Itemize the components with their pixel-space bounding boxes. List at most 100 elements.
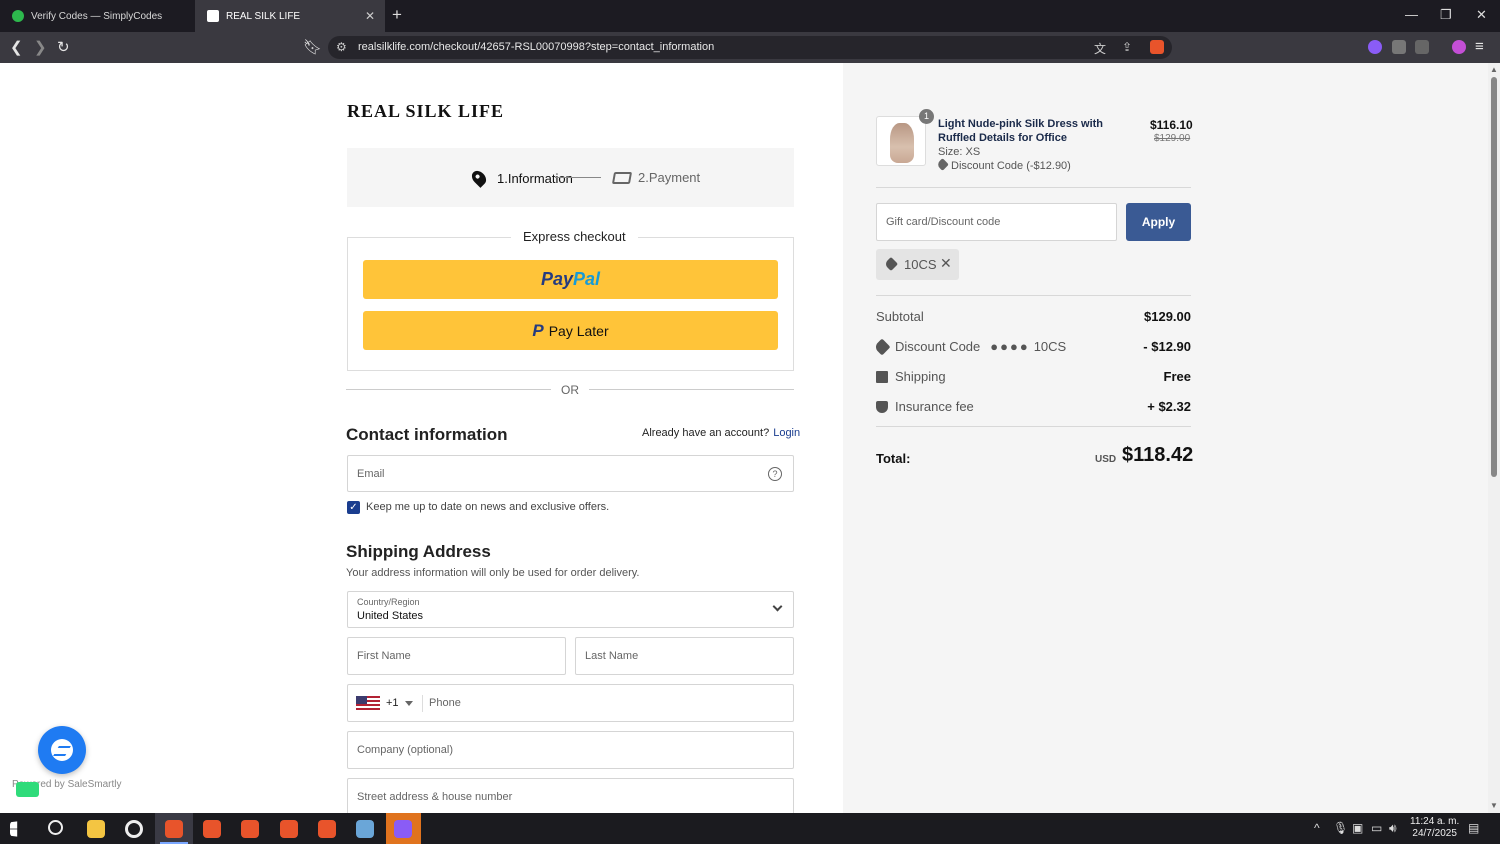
apply-button[interactable]: Apply xyxy=(1126,203,1191,241)
phone-field[interactable]: +1 Phone xyxy=(347,684,794,722)
volume-icon[interactable]: 🔊︎ xyxy=(1389,821,1397,836)
url-text: realsilklife.com/checkout/42657-RSL00070… xyxy=(358,41,715,53)
bookmark-icon[interactable]: 🔖︎ xyxy=(303,38,322,56)
brave-browser-icon[interactable] xyxy=(165,820,183,838)
last-name-field[interactable]: Last Name xyxy=(575,637,794,675)
app-icon[interactable] xyxy=(356,820,374,838)
forward-icon[interactable]: ❯ xyxy=(34,38,47,56)
pay-later-label: Pay Later xyxy=(548,322,609,339)
divider xyxy=(876,187,1191,188)
chat-badge[interactable] xyxy=(16,782,39,797)
dress-image xyxy=(890,123,914,163)
close-tab-icon[interactable]: ✕ xyxy=(365,9,375,23)
site-favicon-icon xyxy=(207,10,219,22)
windows-start-icon[interactable] xyxy=(10,821,18,837)
caret-down-icon[interactable] xyxy=(405,701,413,706)
scroll-up-icon[interactable]: ▲ xyxy=(1490,65,1498,74)
page-scrollbar[interactable]: ▲ ▼ xyxy=(1488,63,1500,813)
help-icon[interactable]: ? xyxy=(768,467,782,481)
login-link[interactable]: Login xyxy=(773,427,800,439)
street-placeholder: Street address & house number xyxy=(357,791,513,803)
street-field[interactable]: Street address & house number xyxy=(347,778,794,816)
browser-toolbar: ❮ ❯ ↻ 🔖︎ ⚙︎ realsilklife.com/checkout/42… xyxy=(0,32,1500,63)
discount-row-label: Discount Code ●●●● 10CS xyxy=(873,338,1066,355)
shipping-title: Shipping Address xyxy=(346,542,491,561)
paypal-mark-icon: P xyxy=(532,320,544,340)
location-pin-icon xyxy=(469,168,489,188)
step-payment-label: 2.Payment xyxy=(638,170,701,185)
order-summary-panel xyxy=(843,63,1488,813)
first-name-field[interactable]: First Name xyxy=(347,637,566,675)
translate-icon[interactable]: 文 xyxy=(1094,40,1106,57)
step-information-label: 1.Information xyxy=(497,170,573,186)
product-original-price: $129.00 xyxy=(1154,133,1191,144)
brand-logo[interactable]: REAL SILK LIFE xyxy=(347,101,504,122)
insurance-label-text: Insurance fee xyxy=(895,399,974,414)
windows-taskbar: ^ 🎙︎ ▣ ▭ 🔊︎ 11:24 a. m. 24/7/2025 ▤ xyxy=(0,813,1500,844)
subtotal-label: Subtotal xyxy=(876,309,924,324)
account-prompt-text: Already have an account? xyxy=(642,427,770,439)
product-name: Light Nude-pink Silk Dress with Ruffled … xyxy=(938,118,1104,144)
discord-icon[interactable] xyxy=(394,820,412,838)
us-flag-icon[interactable] xyxy=(356,696,380,711)
company-field[interactable]: Company (optional) xyxy=(347,731,794,769)
network-icon[interactable]: ▭ xyxy=(1371,821,1382,835)
app-icon[interactable] xyxy=(125,820,143,838)
close-window-icon[interactable]: ✕ xyxy=(1476,7,1487,23)
system-clock[interactable]: 11:24 a. m. 24/7/2025 xyxy=(1410,816,1459,840)
search-icon[interactable] xyxy=(48,820,63,835)
extension-icon[interactable] xyxy=(1368,40,1382,54)
sidebar-icon[interactable] xyxy=(1415,40,1429,54)
country-value: United States xyxy=(357,610,424,622)
profile-icon[interactable] xyxy=(1452,40,1466,54)
pay-later-button[interactable]: P Pay Later xyxy=(363,311,778,350)
phone-placeholder: Phone xyxy=(429,697,461,709)
chevron-up-icon[interactable]: ^ xyxy=(1314,821,1320,835)
truck-icon xyxy=(876,370,888,383)
microphone-icon[interactable]: 🎙︎ xyxy=(1333,821,1348,835)
restore-icon[interactable]: ❐ xyxy=(1440,7,1452,23)
gift-card-input[interactable]: Gift card/Discount code xyxy=(876,203,1117,241)
brave-browser-icon[interactable] xyxy=(241,820,259,838)
quantity-badge: 1 xyxy=(919,109,934,124)
tag-icon xyxy=(936,158,949,171)
divider xyxy=(422,695,423,712)
back-icon[interactable]: ❮ xyxy=(10,38,23,56)
brave-shields-icon[interactable] xyxy=(1150,40,1164,54)
step-payment: 2.Payment xyxy=(611,170,701,185)
country-select[interactable]: Country/Region United States xyxy=(347,591,794,628)
dial-code[interactable]: +1 xyxy=(386,697,399,709)
reload-icon[interactable]: ↻ xyxy=(57,38,70,56)
minimize-icon[interactable]: — xyxy=(1405,7,1418,22)
divider xyxy=(876,295,1191,296)
brave-browser-icon[interactable] xyxy=(318,820,336,838)
menu-icon[interactable]: ≡ xyxy=(1475,38,1484,55)
brave-browser-icon[interactable] xyxy=(203,820,221,838)
tab-simplycodes[interactable]: Verify Codes — SimplyCodes xyxy=(0,0,195,32)
remove-code-icon[interactable]: ✕ xyxy=(940,255,952,272)
messenger-chat-button[interactable] xyxy=(38,726,86,774)
screen-icon[interactable]: ▣ xyxy=(1352,821,1363,835)
clock-time: 11:24 a. m. xyxy=(1410,816,1460,827)
share-icon[interactable]: ⇪ xyxy=(1122,40,1132,54)
file-explorer-icon[interactable] xyxy=(87,820,105,838)
scroll-down-icon[interactable]: ▼ xyxy=(1490,801,1498,810)
tag-icon xyxy=(883,256,899,272)
site-info-icon[interactable]: ⚙︎ xyxy=(336,40,347,54)
browser-tabbar: Verify Codes — SimplyCodes REAL SILK LIF… xyxy=(0,0,1500,32)
first-name-placeholder: First Name xyxy=(357,650,411,662)
newsletter-checkbox[interactable]: ✓ xyxy=(347,501,360,514)
notifications-icon[interactable]: ▤ xyxy=(1468,821,1479,835)
email-field[interactable]: Email ? xyxy=(347,455,794,492)
brave-browser-icon[interactable] xyxy=(280,820,298,838)
or-separator: OR xyxy=(561,383,579,397)
address-bar[interactable]: ⚙︎ realsilklife.com/checkout/42657-RSL00… xyxy=(328,36,1172,59)
extensions-puzzle-icon[interactable] xyxy=(1392,40,1406,54)
new-tab-button[interactable]: + xyxy=(392,5,402,25)
express-checkout-title: Express checkout xyxy=(511,229,638,244)
applied-code: 10CS xyxy=(904,257,937,272)
paypal-button[interactable]: Pay Pal xyxy=(363,260,778,299)
tab-real-silk-life[interactable]: REAL SILK LIFE ✕ xyxy=(195,0,385,32)
total-label: Total: xyxy=(876,451,911,466)
scrollbar-thumb[interactable] xyxy=(1491,77,1497,477)
